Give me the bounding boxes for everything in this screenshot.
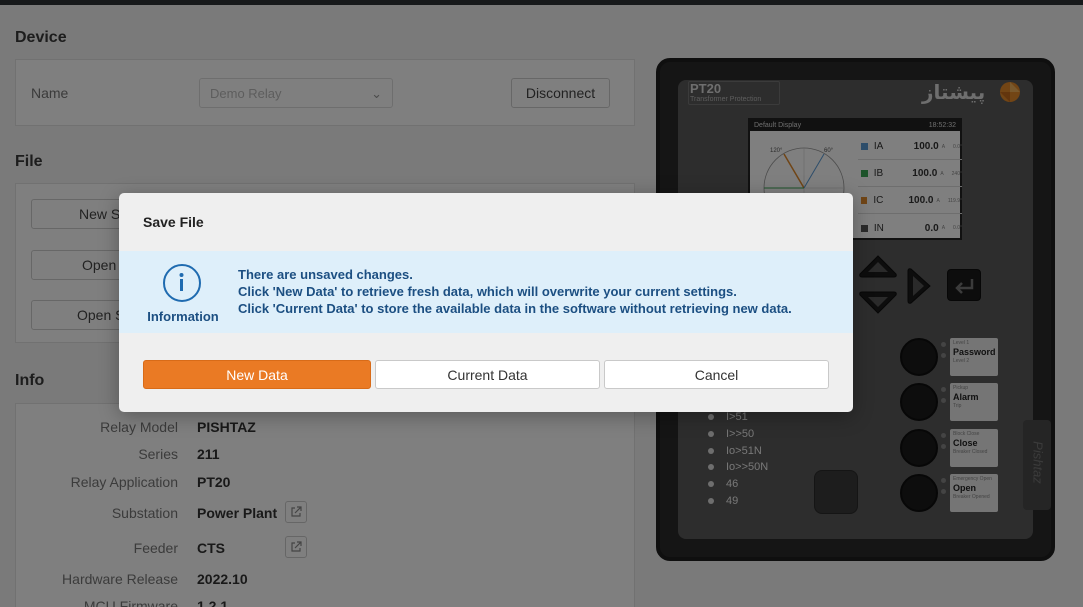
dialog-message: Click 'New Data' to retrieve fresh data,… [238,284,737,299]
info-label: Information [147,309,219,324]
save-file-dialog: Save File Information There are unsaved … [119,193,853,412]
dialog-message: Click 'Current Data' to store the availa… [238,301,792,316]
dialog-message: There are unsaved changes. [238,267,413,282]
dialog-info-panel: Information There are unsaved changes. C… [119,251,853,333]
cancel-button[interactable]: Cancel [604,360,829,389]
current-data-button[interactable]: Current Data [375,360,600,389]
new-data-button[interactable]: New Data [143,360,371,389]
info-icon [163,264,201,302]
dialog-title: Save File [143,214,204,230]
